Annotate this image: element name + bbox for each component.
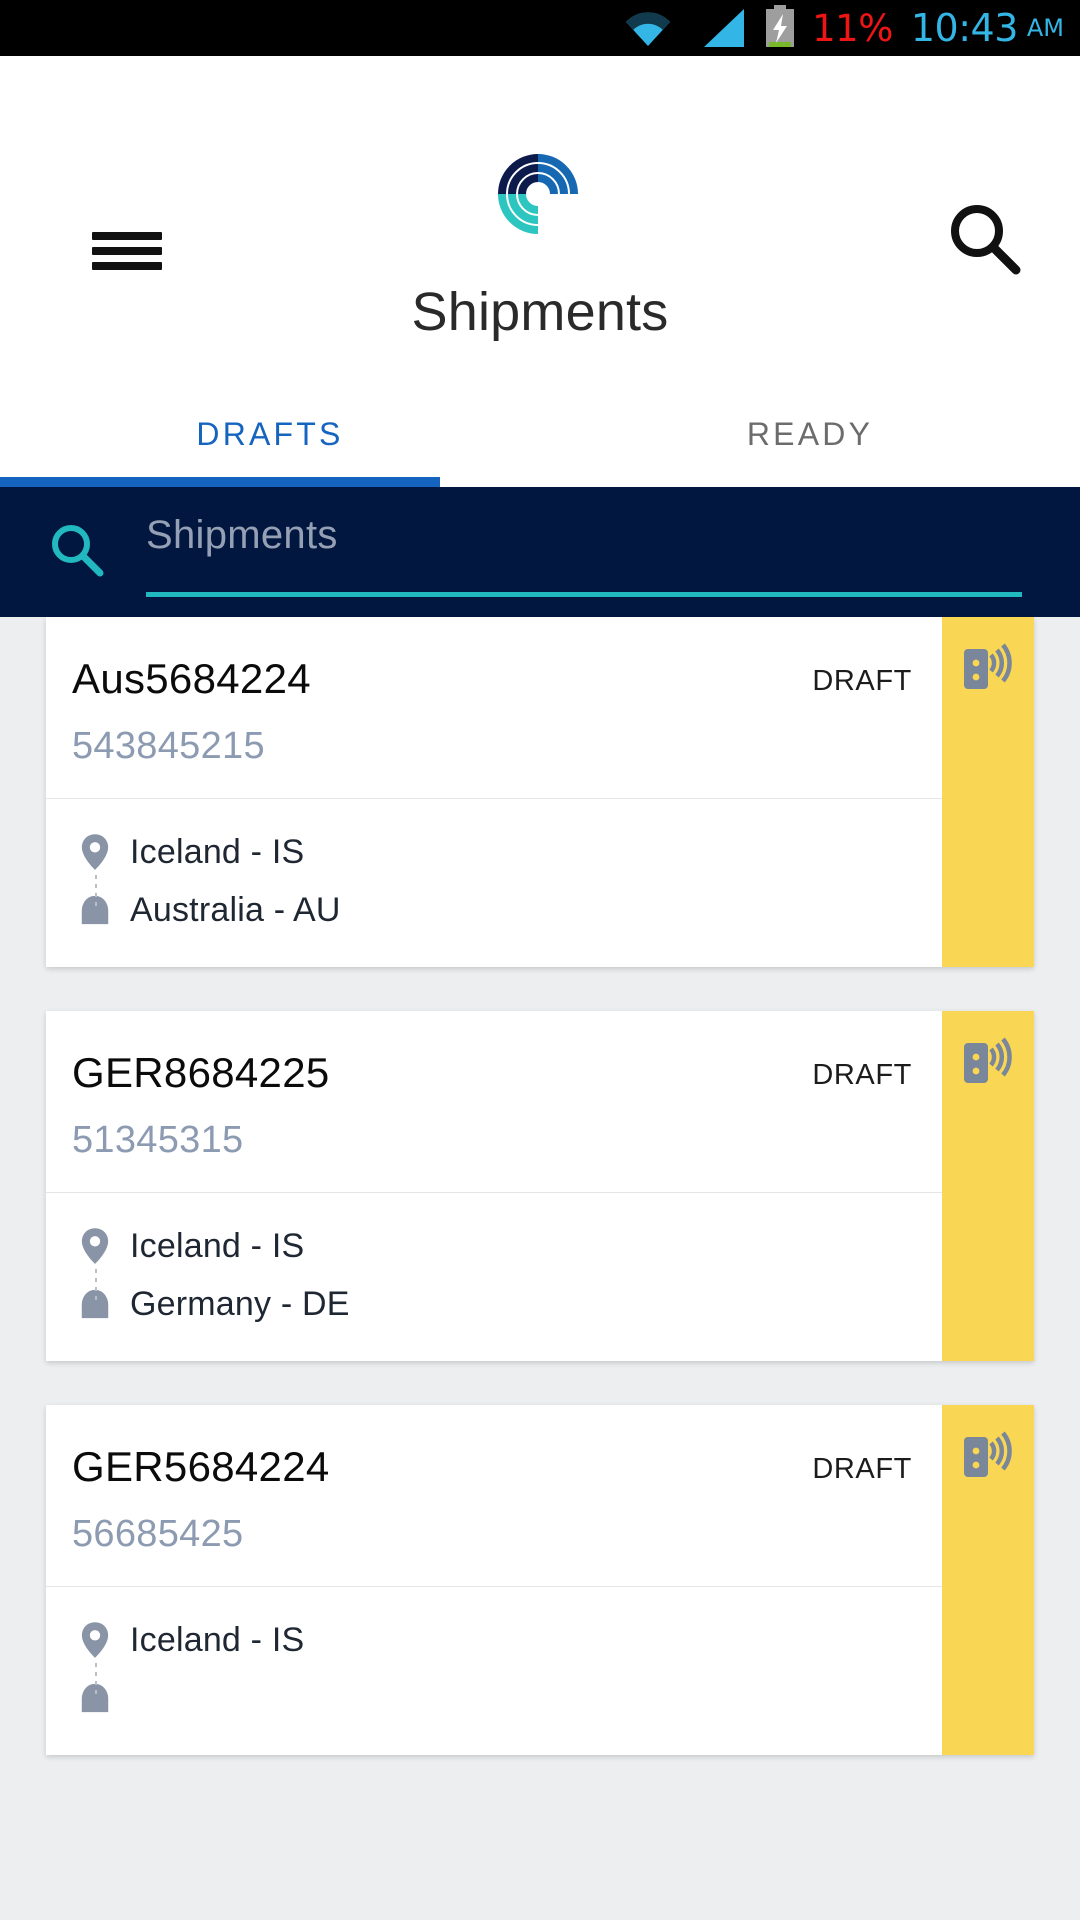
route-destination-label: Australia - AU: [130, 890, 341, 929]
tab-ready[interactable]: READY: [540, 408, 1080, 487]
shipment-card-body: GER8684225 DRAFT 51345315 Iceland - IS G…: [46, 1011, 942, 1361]
list-item[interactable]: Aus5684224 DRAFT 543845215 Iceland - IS …: [46, 617, 1034, 967]
shipment-card-header: GER8684225 DRAFT: [46, 1011, 942, 1097]
hamburger-bar: [92, 247, 162, 255]
shipment-tracking-number: 543845215: [72, 725, 265, 767]
route-destination-row: Australia - AU: [72, 881, 916, 939]
route-connector: [95, 875, 97, 909]
hamburger-bar: [92, 262, 162, 270]
shipment-route: Iceland - IS Australia - AU: [46, 799, 942, 967]
shipment-device-strip[interactable]: [942, 1011, 1034, 1361]
route-origin-label: Iceland - IS: [130, 1226, 305, 1265]
search-panel: Shipments: [0, 487, 1080, 617]
device-signal-icon: [958, 1031, 1018, 1091]
status-badge: DRAFT: [812, 1453, 912, 1485]
hamburger-menu-icon[interactable]: [92, 232, 162, 270]
signal-icon: [696, 7, 762, 49]
shipment-device-strip[interactable]: [942, 617, 1034, 967]
app-header: Shipments DRAFTS READY: [0, 56, 1080, 487]
device-signal-icon: [958, 637, 1018, 697]
search-icon[interactable]: [944, 198, 1024, 278]
shipment-route: Iceland - IS: [46, 1587, 942, 1755]
tab-ready-label: READY: [746, 416, 874, 452]
shipment-reference: GER5684224: [72, 1443, 330, 1490]
shipment-route: Iceland - IS Germany - DE: [46, 1193, 942, 1361]
tab-active-indicator: [0, 477, 440, 487]
battery-percent-label: 11%: [812, 6, 893, 50]
map-pin-icon: [72, 1226, 118, 1266]
tab-bar: DRAFTS READY: [0, 408, 1080, 487]
search-input[interactable]: Shipments: [146, 507, 1022, 597]
app-screen: 11% 10:43 AM Shipments DRAFTS READY Ship…: [0, 0, 1080, 1920]
route-destination-label: Germany - DE: [130, 1284, 350, 1323]
shipment-tracking-number: 51345315: [72, 1119, 244, 1161]
shipment-reference: Aus5684224: [72, 655, 311, 702]
status-badge: DRAFT: [812, 1059, 912, 1091]
route-connector: [95, 1269, 97, 1303]
map-pin-icon: [72, 832, 118, 872]
route-destination-row: Germany - DE: [72, 1275, 916, 1333]
wifi-icon: [622, 8, 696, 48]
shipment-reference: GER8684225: [72, 1049, 330, 1096]
route-origin-label: Iceland - IS: [130, 1620, 305, 1659]
map-pin-icon: [72, 1620, 118, 1660]
shipment-card-body: Aus5684224 DRAFT 543845215 Iceland - IS …: [46, 617, 942, 967]
hamburger-bar: [92, 232, 162, 240]
search-input-placeholder: Shipments: [146, 513, 338, 557]
route-origin-label: Iceland - IS: [130, 832, 305, 871]
shipment-card-header: GER5684224 DRAFT: [46, 1405, 942, 1491]
list-item[interactable]: GER5684224 DRAFT 56685425 Iceland - IS: [46, 1405, 1034, 1755]
shipment-card-header: Aus5684224 DRAFT: [46, 617, 942, 703]
list-item[interactable]: GER8684225 DRAFT 51345315 Iceland - IS G…: [46, 1011, 1034, 1361]
tab-drafts[interactable]: DRAFTS: [0, 408, 540, 487]
shipment-device-strip[interactable]: [942, 1405, 1034, 1755]
search-icon[interactable]: [48, 521, 104, 577]
route-origin-row: Iceland - IS: [72, 823, 916, 881]
pinwheel-logo-icon: [496, 152, 580, 236]
shipment-tracking-number: 56685425: [72, 1513, 244, 1555]
shipment-card-body: GER5684224 DRAFT 56685425 Iceland - IS: [46, 1405, 942, 1755]
clock-ampm: AM: [1026, 14, 1064, 42]
route-origin-row: Iceland - IS: [72, 1611, 916, 1669]
route-destination-row: [72, 1669, 916, 1727]
route-origin-row: Iceland - IS: [72, 1217, 916, 1275]
battery-charging-icon: [762, 5, 812, 51]
tab-drafts-label: DRAFTS: [196, 416, 344, 452]
page-title: Shipments: [411, 282, 669, 342]
status-badge: DRAFT: [812, 665, 912, 697]
device-signal-icon: [958, 1425, 1018, 1485]
route-connector: [95, 1663, 97, 1697]
shipment-list[interactable]: Aus5684224 DRAFT 543845215 Iceland - IS …: [0, 617, 1080, 1920]
status-bar: 11% 10:43 AM: [0, 0, 1080, 56]
clock-time: 10:43: [910, 6, 1019, 50]
